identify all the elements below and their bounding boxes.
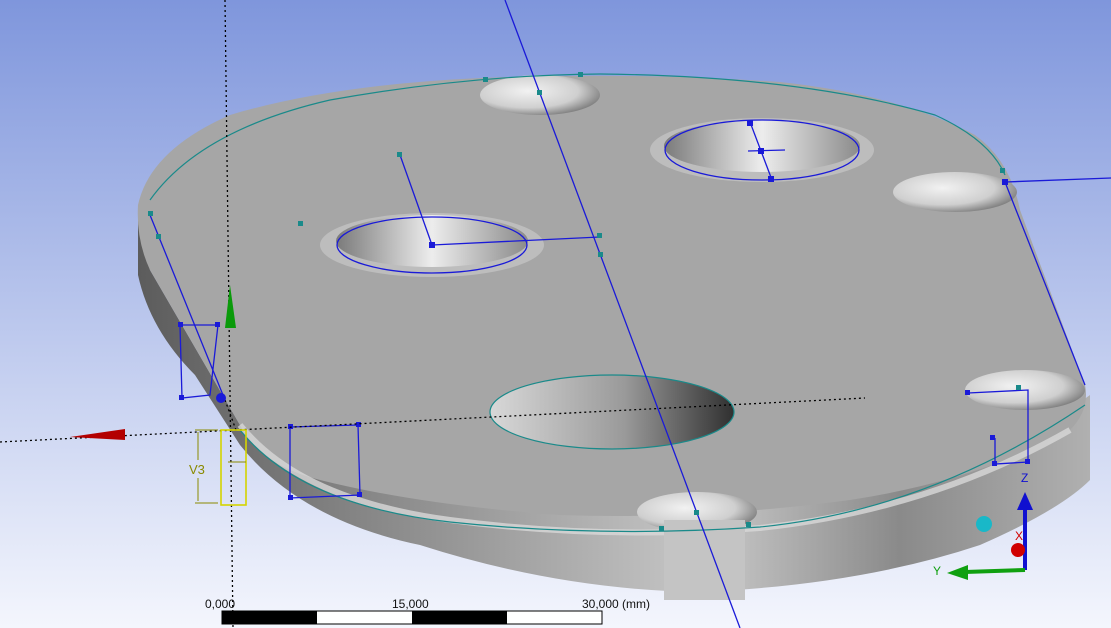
- 3d-viewport[interactable]: V3 Z X Y 0,000 15,000 30,000 (mm): [0, 0, 1111, 628]
- model-canvas[interactable]: V3 Z X Y: [0, 0, 1111, 628]
- scale-bar: [221, 610, 603, 625]
- plate-top-face[interactable]: [137, 75, 1086, 516]
- origin-point: [216, 393, 226, 403]
- triad-iso-ball-icon[interactable]: [976, 516, 992, 532]
- triad-x-label: X: [1015, 529, 1023, 543]
- counterbore-left: [336, 215, 528, 267]
- scale-label-30: 30,000 (mm): [582, 597, 651, 611]
- counterbore-top-right: [664, 120, 860, 172]
- scale-label-0: 0,000: [205, 597, 236, 611]
- hole-right: [893, 172, 1017, 212]
- center-hole: [489, 374, 735, 450]
- dimension-label[interactable]: V3: [189, 462, 205, 477]
- triad-x-ball-icon: [1011, 543, 1025, 557]
- triad-y-label: Y: [933, 564, 941, 578]
- scale-label-15: 15,000: [392, 597, 429, 611]
- triad-z-label: Z: [1021, 471, 1028, 485]
